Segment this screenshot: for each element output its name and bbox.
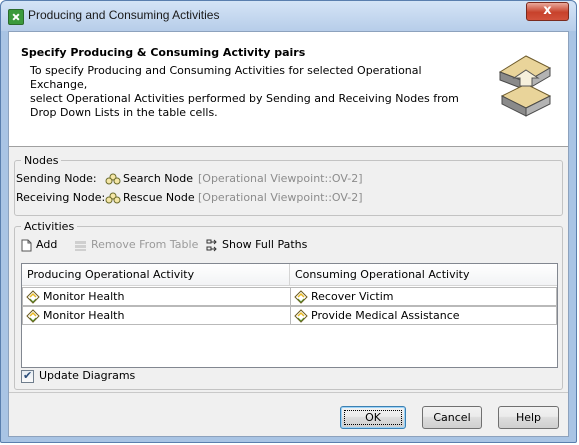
show-full-paths-label: Show Full Paths	[222, 238, 308, 251]
update-diagrams-label: Update Diagrams	[39, 369, 136, 382]
exchange-graphic-icon	[498, 55, 552, 117]
help-button[interactable]: Help	[498, 406, 559, 429]
column-header-consuming[interactable]: Consuming Operational Activity	[290, 264, 557, 286]
producing-activity-name: Monitor Health	[43, 290, 125, 303]
footer-divider	[9, 392, 568, 393]
producing-activity-name: Monitor Health	[43, 309, 125, 322]
nodes-group: Nodes Sending Node: Search Node [Operati…	[14, 154, 563, 216]
nodes-group-label: Nodes	[21, 154, 62, 167]
show-full-paths-button[interactable]: Show Full Paths	[206, 238, 307, 252]
table-row: Monitor Health Recover Victim	[22, 287, 557, 306]
consuming-activity-cell[interactable]: Recover Victim	[290, 287, 557, 306]
activity-icon	[26, 309, 40, 323]
remove-from-table-button[interactable]: Remove From Table	[74, 238, 198, 252]
header-description: To specify Producing and Consuming Activ…	[30, 64, 480, 120]
activity-pairs-table: Producing Operational Activity Consuming…	[21, 263, 558, 368]
dialog-content: Specify Producing & Consuming Activity p…	[8, 31, 569, 437]
dialog-window: Producing and Consuming Activities x Spe…	[0, 0, 577, 443]
header-description-line: Drop Down Lists in the table cells.	[30, 106, 218, 119]
add-button-label: Add	[36, 238, 58, 251]
show-paths-icon	[206, 239, 217, 251]
receiving-node-name: Rescue Node	[123, 191, 195, 204]
app-icon	[8, 9, 24, 25]
producing-activity-cell[interactable]: Monitor Health	[22, 306, 291, 325]
add-document-icon	[21, 239, 32, 251]
window-title: Producing and Consuming Activities	[28, 8, 220, 22]
column-header-producing[interactable]: Producing Operational Activity	[22, 264, 290, 286]
remove-rows-icon	[75, 240, 86, 251]
node-icon	[105, 173, 121, 185]
title-bar[interactable]: Producing and Consuming Activities x	[1, 1, 576, 31]
producing-activity-cell[interactable]: Monitor Health	[22, 287, 291, 306]
consuming-activity-cell[interactable]: Provide Medical Assistance	[290, 306, 557, 325]
dialog-header: Specify Producing & Consuming Activity p…	[9, 32, 568, 147]
sending-node-name: Search Node	[123, 172, 193, 185]
consuming-activity-name: Recover Victim	[311, 290, 394, 303]
remove-button-label: Remove From Table	[91, 238, 199, 251]
table-row: Monitor Health Provide Medical Assistanc…	[22, 306, 557, 325]
activities-group: Activities Add Remove From Table Show Fu…	[14, 220, 563, 390]
receiving-node-label: Receiving Node:	[16, 191, 106, 204]
activities-group-label: Activities	[21, 220, 78, 233]
cancel-button[interactable]: Cancel	[422, 406, 482, 429]
sending-node-label: Sending Node:	[16, 172, 97, 185]
close-button[interactable]: x	[526, 2, 569, 21]
consuming-activity-name: Provide Medical Assistance	[311, 309, 460, 322]
header-description-line: select Operational Activities performed …	[30, 92, 459, 105]
node-icon	[105, 192, 121, 204]
header-title: Specify Producing & Consuming Activity p…	[21, 46, 306, 59]
activity-icon	[294, 290, 308, 304]
receiving-node-qualifier: [Operational Viewpoint::OV-2]	[198, 191, 363, 204]
activity-icon	[26, 290, 40, 304]
update-diagrams-checkbox[interactable]: ✔	[21, 369, 34, 383]
header-description-line: To specify Producing and Consuming Activ…	[30, 64, 422, 91]
checkmark-icon: ✔	[23, 369, 33, 382]
add-button[interactable]: Add	[21, 238, 57, 252]
focus-ring	[344, 410, 402, 425]
ok-button[interactable]: OK	[340, 406, 406, 429]
activity-icon	[294, 309, 308, 323]
sending-node-qualifier: [Operational Viewpoint::OV-2]	[198, 172, 363, 185]
